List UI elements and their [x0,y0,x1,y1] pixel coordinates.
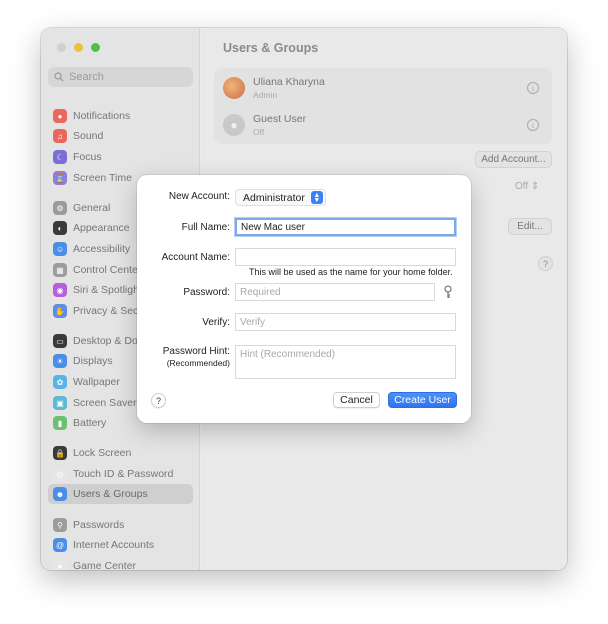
sidebar-item-focus[interactable]: ☾ Focus [48,147,193,167]
cancel-button[interactable]: Cancel [333,392,380,408]
password-label: Password: [183,287,230,298]
hand-icon: ✋ [53,304,67,318]
battery-icon: ▮ [53,416,67,430]
users-list: Uliana Kharyna Admin i ● Guest User Off … [214,68,552,144]
sidebar-item-label: Screen Time [73,172,132,184]
key-icon[interactable] [442,285,454,299]
user-name: Guest User [253,113,307,125]
auto-login-label: Off [515,181,529,192]
avatar [223,77,245,99]
sidebar-item-label: Screen Saver [73,397,137,409]
game-center-icon: ● [53,559,67,570]
fingerprint-icon: ◎ [53,467,67,481]
hourglass-icon: ⌛ [53,171,67,185]
account-type-value: Administrator [243,191,305,204]
sidebar-item-label: Focus [73,151,102,163]
sidebar-item-label: Users & Groups [73,488,148,500]
sidebar-item-users-groups[interactable]: ☻ Users & Groups [48,484,193,504]
sidebar-item-label: Touch ID & Password [73,468,174,480]
sidebar-item-label: Lock Screen [73,447,132,459]
sidebar-item-label: Notifications [73,110,131,122]
guest-avatar-icon: ● [223,114,245,136]
sidebar-item-internet-accounts[interactable]: @ Internet Accounts [48,535,193,555]
sidebar-item-label: Control Center [73,264,142,276]
search-placeholder: Search [69,71,104,83]
search-icon [54,72,64,82]
user-name: Uliana Kharyna [253,76,325,88]
lock-icon: 🔒 [53,446,67,460]
new-account-label: New Account: [168,191,230,202]
zoom-button[interactable] [91,43,100,52]
sidebar-item-label: Appearance [73,222,130,234]
password-hint-field[interactable]: Hint (Recommended) [235,345,456,379]
speaker-icon: ♫ [53,129,67,143]
account-name-label: Account Name: [161,252,230,263]
auto-login-value[interactable]: Off ⇕ [515,181,539,192]
add-account-button[interactable]: Add Account... [475,151,552,168]
bell-icon: ● [53,109,67,123]
password-hint-label: Password Hint: [162,346,230,357]
account-name-hint: This will be used as the name for your h… [249,267,453,277]
info-icon[interactable]: i [527,119,539,131]
flower-icon: ✿ [53,375,67,389]
gear-icon: ⚙ [53,201,67,215]
full-name-field[interactable]: New Mac user [235,218,456,236]
sidebar-item-label: Internet Accounts [73,539,155,551]
search-field[interactable]: Search [48,67,193,87]
moon-icon: ☾ [53,150,67,164]
sidebar-item-label: Displays [73,355,113,367]
at-icon: @ [53,538,67,552]
sidebar-item-game-center[interactable]: ● Game Center [48,556,193,570]
account-type-popup[interactable]: Administrator ▲ ▼ [235,189,326,206]
chevron-updown-icon: ▲ ▼ [310,191,323,204]
sidebar-item-label: Sound [73,130,104,142]
help-button[interactable]: ? [151,393,166,408]
verify-field[interactable]: Verify [235,313,456,331]
user-row-guest[interactable]: ● Guest User Off i [223,109,545,141]
sidebar-item-label: Wallpaper [73,376,120,388]
sidebar-item-sound[interactable]: ♫ Sound [48,126,193,146]
new-account-dialog: New Account: Administrator ▲ ▼ Full Name:… [137,175,471,423]
sidebar-item-touch-id-password[interactable]: ◎ Touch ID & Password [48,464,193,484]
page-title: Users & Groups [223,41,319,55]
sidebar-item-label: Passwords [73,519,125,531]
sidebar-item-label: General [73,202,111,214]
verify-label: Verify: [202,317,230,328]
siri-icon: ◉ [53,283,67,297]
sidebar-item-passwords[interactable]: ⚲ Passwords [48,515,193,535]
dock-icon: ▭ [53,334,67,348]
control-center-icon: ▦ [53,263,67,277]
appearance-icon: ◐ [53,221,67,235]
create-user-button[interactable]: Create User [388,392,457,408]
sidebar-item-label: Siri & Spotlight [73,284,142,296]
user-row-uliana[interactable]: Uliana Kharyna Admin i [223,72,545,104]
sidebar-item-lock-screen[interactable]: 🔒 Lock Screen [48,443,193,463]
screen-saver-icon: ▣ [53,396,67,410]
full-name-label: Full Name: [181,222,230,233]
background-help-button[interactable]: ? [538,256,553,271]
user-role: Off [253,127,265,137]
sun-icon: ☀ [53,354,67,368]
sidebar-item-notifications[interactable]: ● Notifications [48,106,193,126]
close-button[interactable] [57,43,66,52]
traffic-lights [57,43,100,52]
user-role: Admin [253,90,278,100]
info-icon[interactable]: i [527,82,539,94]
edit-button[interactable]: Edit... [508,218,552,235]
sidebar-item-label: Accessibility [73,243,131,255]
accessibility-icon: ☺ [53,242,67,256]
password-field[interactable]: Required [235,283,435,301]
sidebar-item-label: Battery [73,417,107,429]
users-icon: ☻ [53,487,67,501]
password-hint-sublabel: (Recommended) [166,358,230,368]
sidebar-item-label: Game Center [73,560,137,570]
minimize-button[interactable] [74,43,83,52]
account-name-field[interactable] [235,248,456,266]
key-icon: ⚲ [53,518,67,532]
